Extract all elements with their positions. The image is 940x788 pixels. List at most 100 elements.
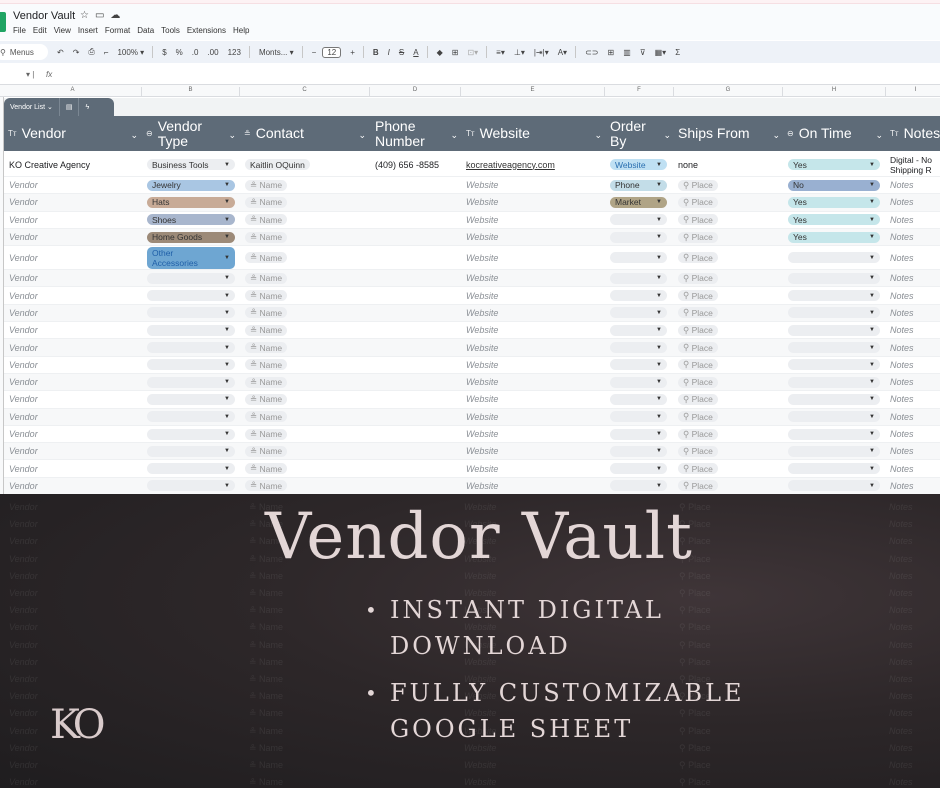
place-chip[interactable]: ⚲ Place xyxy=(678,214,718,226)
phone-cell[interactable] xyxy=(375,305,463,321)
on-time-chip[interactable]: ▼ xyxy=(788,307,880,319)
ships-from-cell[interactable]: ⚲ Place xyxy=(678,287,784,303)
table-actions-icon[interactable]: ϟ xyxy=(79,98,95,116)
on-time-chip[interactable]: Yes ▼ xyxy=(788,196,880,208)
contact-cell[interactable]: ≗ Name xyxy=(245,212,371,228)
vendor-type-chip[interactable]: ▼ xyxy=(147,324,235,336)
place-chip[interactable]: ⚲ Place xyxy=(678,290,718,302)
vendor-type-chip[interactable]: ▼ xyxy=(147,307,235,319)
place-chip[interactable]: ⚲ Place xyxy=(678,463,718,475)
on-time-cell[interactable]: ▼ xyxy=(788,270,883,286)
on-time-cell[interactable]: ▼ xyxy=(788,391,883,407)
chevron-down-icon[interactable]: ⌄ xyxy=(772,128,780,143)
menu-edit[interactable]: Edit xyxy=(33,26,47,35)
vendor-type-cell[interactable]: ▼ xyxy=(147,478,239,494)
ships-from-cell[interactable]: ⚲ Place xyxy=(678,374,784,390)
vendor-cell[interactable]: Vendor xyxy=(9,212,143,228)
phone-cell[interactable] xyxy=(375,229,463,245)
ships-from-cell[interactable]: ⚲ Place xyxy=(678,194,784,210)
order-by-cell[interactable]: ▼ xyxy=(610,426,676,442)
link-icon[interactable]: ⊂⊃ xyxy=(585,48,598,57)
vendor-type-cell[interactable]: Business Tools ▼ xyxy=(147,153,239,176)
vendor-cell[interactable]: Vendor xyxy=(9,357,143,373)
merge-cells-icon[interactable]: ⊡▾ xyxy=(467,48,478,57)
ships-from-cell[interactable]: ⚲ Place xyxy=(678,409,784,425)
contact-cell[interactable]: ≗ Name xyxy=(245,426,371,442)
contact-chip[interactable]: ≗ Name xyxy=(245,428,288,440)
order-by-chip[interactable]: ▼ xyxy=(610,411,667,423)
website-cell[interactable]: Website xyxy=(466,443,606,459)
website-cell[interactable]: Website xyxy=(466,357,606,373)
order-by-chip[interactable]: ▼ xyxy=(610,428,667,440)
notes-cell[interactable]: Notes xyxy=(890,460,940,476)
contact-cell[interactable]: ≗ Name xyxy=(245,357,371,373)
order-by-cell[interactable]: ▼ xyxy=(610,391,676,407)
number-format-button[interactable]: 123 xyxy=(228,48,241,57)
vendor-type-chip[interactable]: Shoes ▼ xyxy=(147,214,235,226)
borders-icon[interactable]: ⊞ xyxy=(452,48,459,57)
website-cell[interactable]: Website xyxy=(466,478,606,494)
place-chip[interactable]: ⚲ Place xyxy=(678,376,718,388)
header-vendor-type[interactable]: ⊖ Vendor Type ⌄ xyxy=(146,116,240,151)
vendor-type-cell[interactable]: Hats ▼ xyxy=(147,194,239,210)
print-icon[interactable]: ⎙ xyxy=(88,47,94,57)
contact-chip[interactable]: ≗ Name xyxy=(245,359,288,371)
contact-chip[interactable]: ≗ Name xyxy=(245,196,288,208)
chevron-down-icon[interactable]: ⌄ xyxy=(594,128,602,143)
order-by-chip[interactable]: Phone ▼ xyxy=(610,179,667,191)
vendor-cell[interactable]: Vendor xyxy=(9,409,143,425)
order-by-chip[interactable]: ▼ xyxy=(610,445,667,457)
menu-extensions[interactable]: Extensions xyxy=(187,26,226,35)
rotate-text-icon[interactable]: A▾ xyxy=(558,48,567,57)
on-time-chip[interactable]: ▼ xyxy=(788,393,880,405)
contact-cell[interactable]: ≗ Name xyxy=(245,177,371,193)
on-time-chip[interactable]: ▼ xyxy=(788,272,880,284)
vendor-type-chip[interactable]: ▼ xyxy=(147,376,235,388)
vertical-align-icon[interactable]: ⊥▾ xyxy=(514,48,525,57)
place-chip[interactable]: ⚲ Place xyxy=(678,342,718,354)
contact-chip[interactable]: ≗ Name xyxy=(245,324,288,336)
vendor-cell[interactable]: Vendor xyxy=(9,426,143,442)
bold-button[interactable]: B xyxy=(373,48,379,57)
menu-data[interactable]: Data xyxy=(137,26,154,35)
vendor-type-chip[interactable]: Jewelry ▼ xyxy=(147,179,235,191)
notes-cell[interactable]: Notes xyxy=(890,246,940,269)
order-by-chip[interactable]: ▼ xyxy=(610,231,667,243)
contact-cell[interactable]: ≗ Name xyxy=(245,478,371,494)
on-time-cell[interactable]: ▼ xyxy=(788,322,883,338)
place-chip[interactable]: ⚲ Place xyxy=(678,480,718,492)
order-by-chip[interactable]: ▼ xyxy=(610,272,667,284)
notes-cell[interactable]: Notes xyxy=(890,426,940,442)
document-title[interactable]: Vendor Vault xyxy=(13,10,75,22)
website-cell[interactable]: Website xyxy=(466,339,606,355)
vendor-type-chip[interactable]: ▼ xyxy=(147,290,235,302)
chevron-down-icon[interactable]: ⌄ xyxy=(228,128,236,143)
vendor-type-cell[interactable]: ▼ xyxy=(147,287,239,303)
contact-cell[interactable]: ≗ Name xyxy=(245,409,371,425)
on-time-chip[interactable]: ▼ xyxy=(788,463,880,475)
notes-cell[interactable]: Notes xyxy=(890,305,940,321)
vendor-cell[interactable]: Vendor xyxy=(9,305,143,321)
on-time-cell[interactable]: Yes ▼ xyxy=(788,212,883,228)
order-by-cell[interactable]: ▼ xyxy=(610,305,676,321)
phone-cell[interactable] xyxy=(375,443,463,459)
vendor-type-cell[interactable]: ▼ xyxy=(147,460,239,476)
contact-cell[interactable]: ≗ Name xyxy=(245,287,371,303)
on-time-chip[interactable]: ▼ xyxy=(788,324,880,336)
contact-cell[interactable]: Kaitlin OQuinn xyxy=(245,153,371,176)
vendor-type-chip[interactable]: ▼ xyxy=(147,393,235,405)
font-size-increase[interactable]: + xyxy=(350,48,355,57)
phone-cell[interactable] xyxy=(375,478,463,494)
order-by-chip[interactable]: ▼ xyxy=(610,307,667,319)
ships-from-cell[interactable]: ⚲ Place xyxy=(678,339,784,355)
header-phone[interactable]: Phone Number ⌄ xyxy=(375,116,462,151)
functions-button[interactable]: Σ xyxy=(675,48,680,57)
ships-from-cell[interactable]: ⚲ Place xyxy=(678,322,784,338)
order-by-cell[interactable]: ▼ xyxy=(610,460,676,476)
contact-chip[interactable]: ≗ Name xyxy=(245,252,288,264)
vendor-cell[interactable]: Vendor xyxy=(9,374,143,390)
order-by-cell[interactable]: ▼ xyxy=(610,409,676,425)
order-by-cell[interactable]: ▼ xyxy=(610,212,676,228)
contact-chip[interactable]: Kaitlin OQuinn xyxy=(245,159,310,170)
font-size-input[interactable]: 12 xyxy=(322,46,342,58)
